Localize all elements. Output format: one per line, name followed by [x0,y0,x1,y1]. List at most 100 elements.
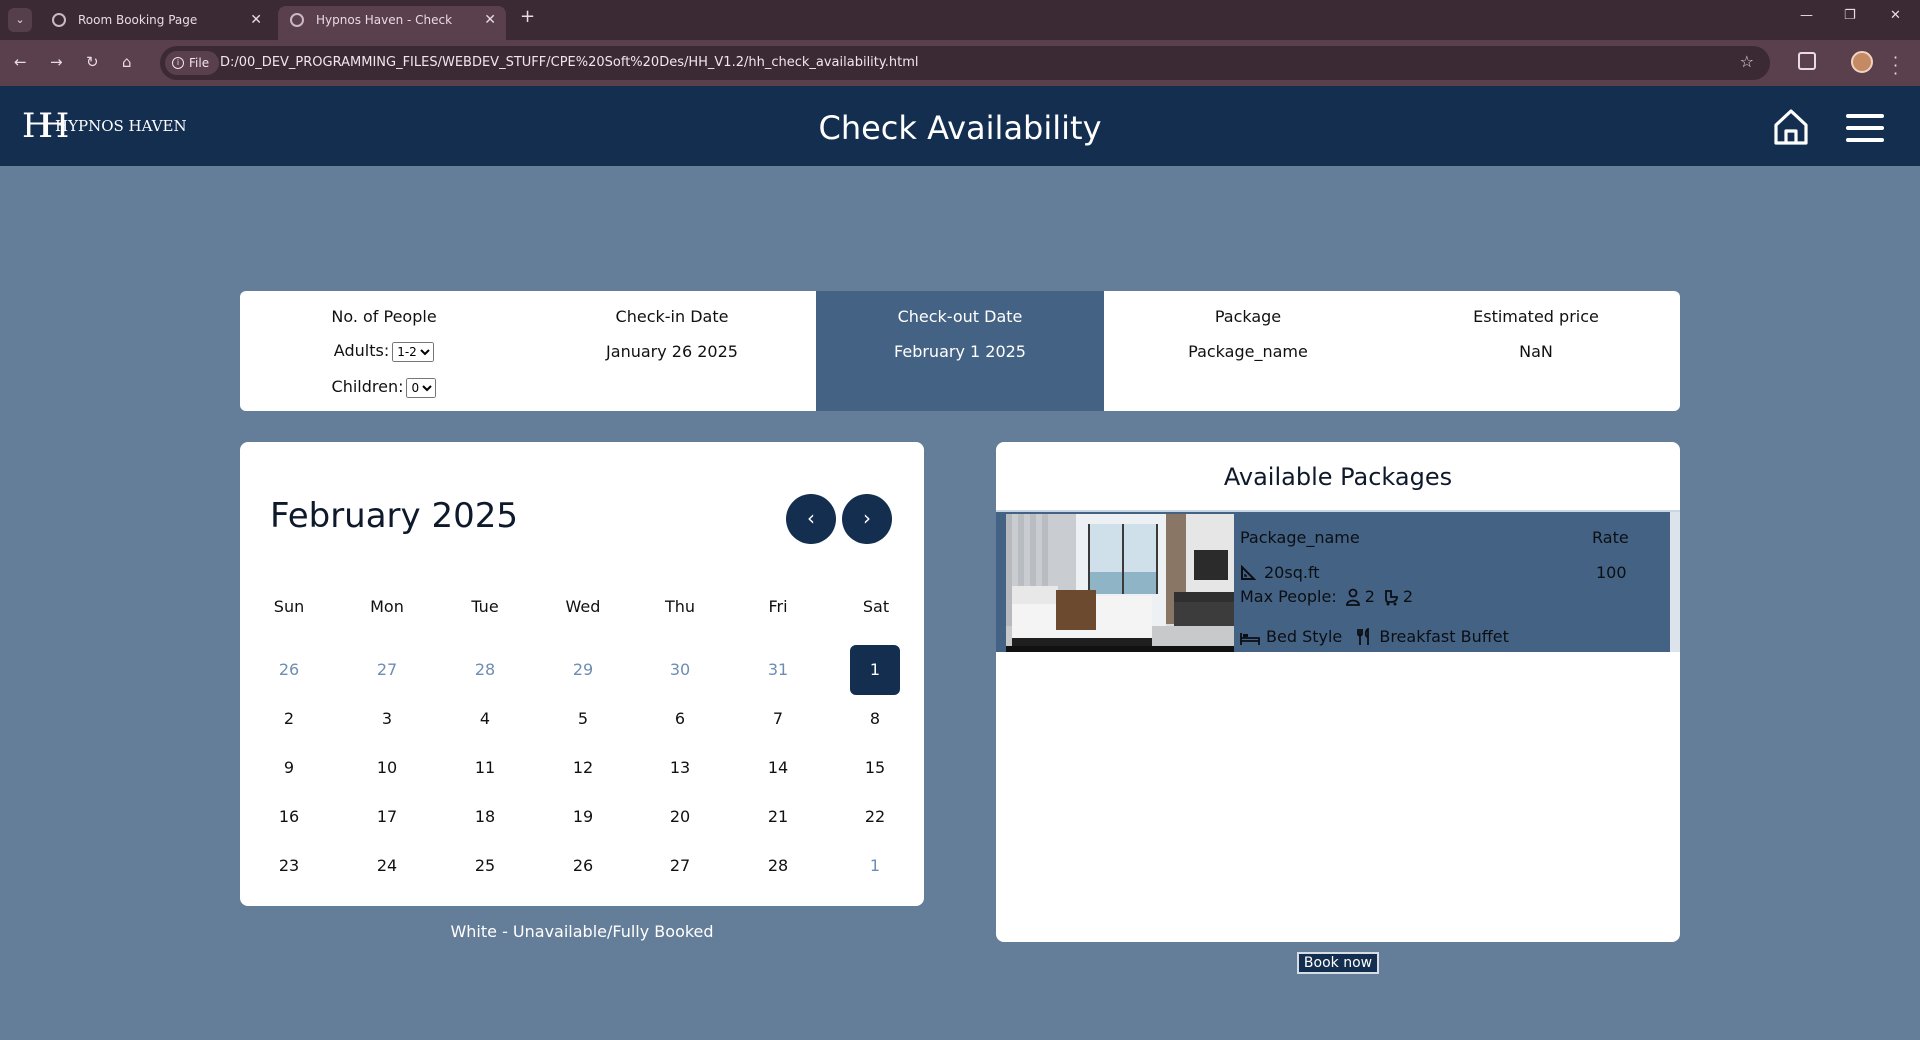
calendar-day[interactable]: 26 [558,841,608,891]
home-icon[interactable] [1773,108,1809,146]
dow-sat: Sat [862,597,890,616]
calendar-day[interactable]: 4 [460,694,510,744]
ruler-triangle-icon [1241,564,1257,580]
calendar-day-prev-month[interactable]: 29 [558,645,608,695]
calendar-day[interactable]: 18 [460,792,510,842]
checkin-label: Check-in Date [615,307,729,326]
calendar-day-next-month[interactable]: 1 [850,841,900,891]
calendar-day[interactable]: 22 [850,792,900,842]
max-children: 2 [1402,587,1414,606]
package-name: Package_name [1240,528,1360,547]
tab-search-button[interactable]: ⌄ [8,8,32,32]
minimize-button[interactable]: — [1800,8,1813,23]
adults-select[interactable]: 1-2 [392,341,435,362]
close-tab-icon[interactable]: ✕ [484,6,496,34]
calendar-day[interactable]: 11 [460,743,510,793]
calendar-day[interactable]: 19 [558,792,608,842]
url-text[interactable]: D:/00_DEV_PROGRAMMING_FILES/WEBDEV_STUFF… [220,46,918,80]
dow-sun: Sun [273,597,305,616]
restore-button[interactable]: ❐ [1844,8,1856,23]
browser-menu-icon[interactable]: · · · [1893,50,1898,82]
profile-avatar[interactable] [1851,51,1873,73]
site-info-chip[interactable]: i File [165,51,220,75]
checkin-column[interactable]: Check-in Date January 26 2025 [528,291,816,411]
back-icon[interactable]: ← [14,53,27,71]
site-header: HH HYPNOS HAVEN Check Availability [0,86,1920,166]
calendar-day[interactable]: 10 [362,743,412,793]
meal-plan: Breakfast Buffet [1379,627,1509,646]
calendar-day[interactable]: 9 [264,743,314,793]
calendar-day[interactable]: 2 [264,694,314,744]
rate-label: Rate [1592,528,1629,547]
checkout-label: Check-out Date [897,307,1023,326]
browser-tab-bar: ⌄ Room Booking Page ✕ Hypnos Haven - Che… [0,0,1920,55]
calendar-day[interactable]: 21 [753,792,803,842]
children-label: Children: [331,377,404,396]
calendar-day[interactable]: 6 [655,694,705,744]
package-value: Package_name [1188,342,1308,361]
room-photo [1006,514,1234,652]
close-window-button[interactable]: ✕ [1890,8,1901,23]
calendar-day-prev-month[interactable]: 31 [753,645,803,695]
calendar-day[interactable]: 24 [362,841,412,891]
checkout-column[interactable]: Check-out Date February 1 2025 [816,291,1104,411]
home-browser-icon[interactable]: ⌂ [122,53,132,71]
bed-style: Bed Style [1266,627,1343,646]
calendar-day[interactable]: 23 [264,841,314,891]
browser-tab[interactable]: Room Booking Page ✕ [40,6,272,40]
max-people: Max People: 2 2 [1240,587,1413,606]
packages-scrollbar[interactable] [1670,512,1680,652]
chevron-right-icon: › [863,506,871,530]
calendar-day[interactable]: 5 [558,694,608,744]
packages-title: Available Packages [996,442,1680,512]
calendar-day-prev-month[interactable]: 27 [362,645,412,695]
calendar-day[interactable]: 3 [362,694,412,744]
price-value: NaN [1519,342,1553,361]
calendar-day[interactable]: 16 [264,792,314,842]
calendar-day[interactable]: 25 [460,841,510,891]
address-bar[interactable]: i File D:/00_DEV_PROGRAMMING_FILES/WEBDE… [160,46,1770,80]
calendar-day[interactable]: 20 [655,792,705,842]
people-column: No. of People Adults: 1-2 Children: 0 [240,291,528,411]
extensions-icon[interactable] [1798,52,1816,70]
children-select[interactable]: 0 [406,377,437,398]
book-now-button[interactable]: Book now [1297,952,1379,974]
calendar-day-prev-month[interactable]: 26 [264,645,314,695]
calendar-legend: White - Unavailable/Fully Booked [450,922,714,941]
fork-knife-icon [1357,627,1370,645]
available-packages-panel: Available Packages Package_name Rate 100… [996,442,1680,942]
bed-icon [1240,633,1260,645]
bookmark-star-icon[interactable]: ☆ [1740,52,1754,71]
next-month-button[interactable]: › [842,494,892,544]
calendar-day[interactable]: 13 [655,743,705,793]
previous-month-button[interactable]: ‹ [786,494,836,544]
chevron-left-icon: ‹ [807,506,815,530]
package-card[interactable]: Package_name Rate 100 20sq.ft Max People… [996,512,1670,652]
checkin-value: January 26 2025 [606,342,738,361]
calendar-day[interactable]: 27 [655,841,705,891]
browser-tab-active[interactable]: Hypnos Haven - Check Availabili ✕ [278,6,506,55]
calendar-day[interactable]: 14 [753,743,803,793]
calendar-day-selected[interactable]: 1 [850,645,900,695]
info-icon: i [172,57,184,69]
calendar-day[interactable]: 7 [753,694,803,744]
calendar-day[interactable]: 12 [558,743,608,793]
dow-mon: Mon [370,597,404,616]
checkout-value: February 1 2025 [894,342,1026,361]
calendar-day[interactable]: 28 [753,841,803,891]
calendar-day-prev-month[interactable]: 28 [460,645,510,695]
reload-icon[interactable]: ↻ [86,53,99,71]
forward-icon[interactable]: → [50,53,63,71]
calendar-day-prev-month[interactable]: 30 [655,645,705,695]
hamburger-menu-icon[interactable] [1846,114,1884,142]
calendar-day[interactable]: 15 [850,743,900,793]
calendar-day[interactable]: 17 [362,792,412,842]
people-label: No. of People [331,307,437,326]
package-label: Package [1214,307,1282,326]
new-tab-button[interactable]: + [520,6,535,27]
calendar-day[interactable]: 8 [850,694,900,744]
rate-value: 100 [1596,563,1627,582]
close-tab-icon[interactable]: ✕ [250,6,262,34]
adult-person-icon [1345,588,1360,606]
dow-thu: Thu [664,597,696,616]
